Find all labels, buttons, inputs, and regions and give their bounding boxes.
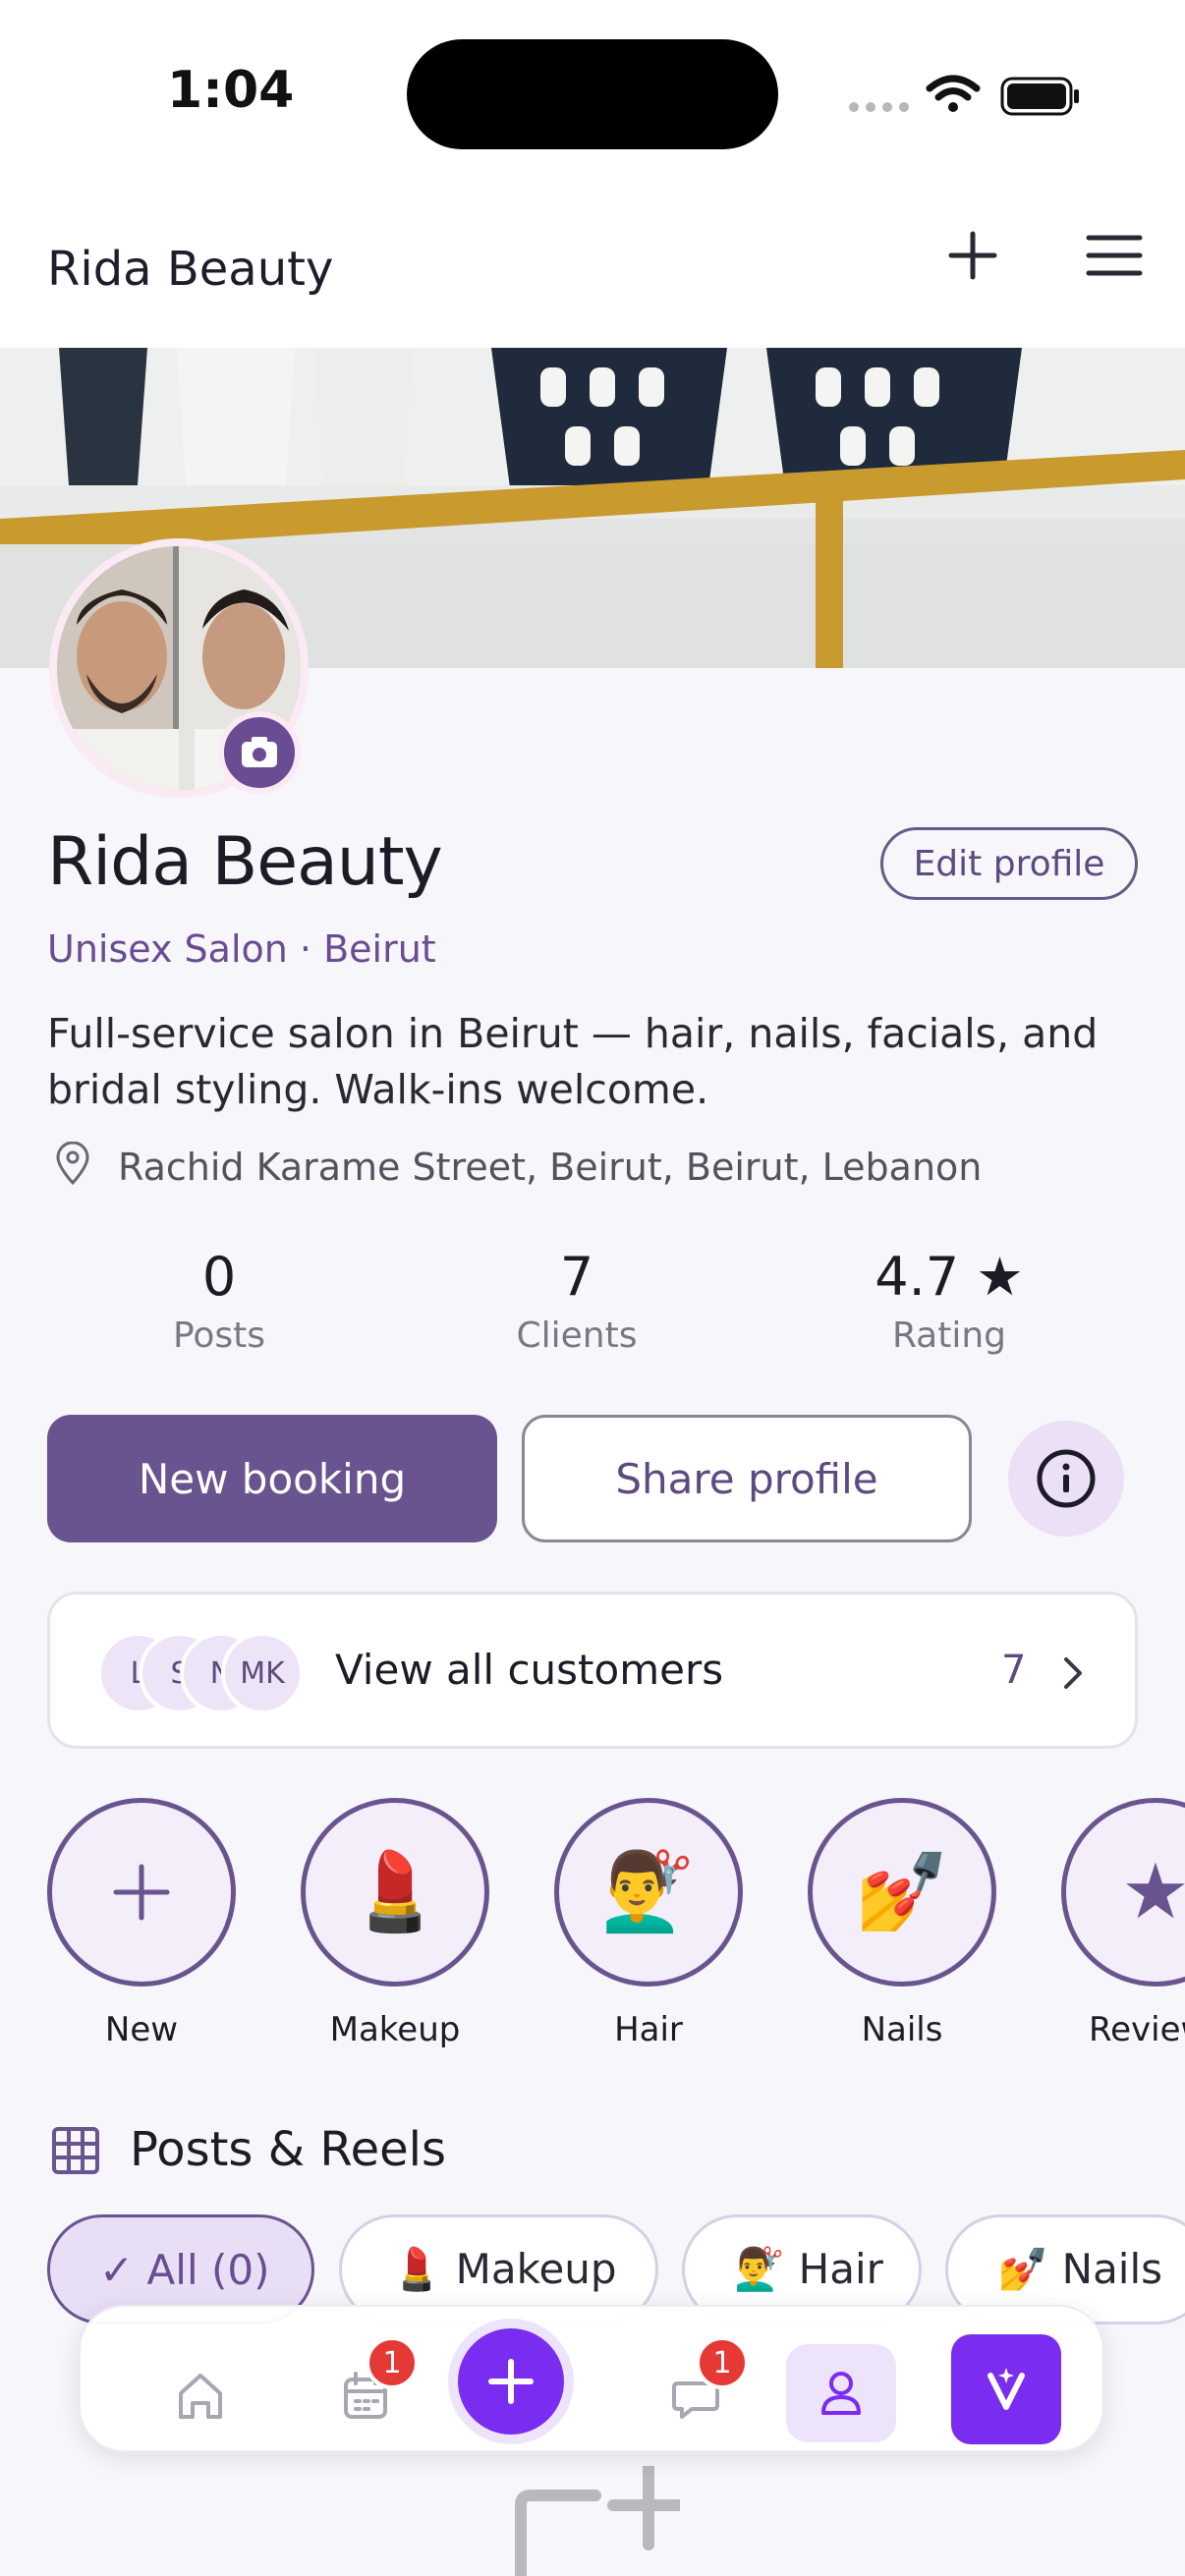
tab-profile[interactable] [786, 2344, 896, 2442]
status-time: 1:04 [167, 61, 295, 120]
brand-logo-button[interactable] [951, 2334, 1061, 2444]
home-icon [179, 2374, 222, 2419]
info-button[interactable] [1008, 1421, 1124, 1537]
tab-calendar[interactable]: 1 [310, 2336, 421, 2442]
highlight-hair[interactable]: 💇‍♂️ Hair [554, 1798, 743, 2049]
share-profile-button[interactable]: Share profile [522, 1415, 972, 1542]
signal-icon [849, 102, 909, 112]
stat-label: Rating [891, 1316, 1007, 1356]
stat-label: Clients [516, 1316, 638, 1356]
view-all-customers-card[interactable]: L S N MK View all customers 7 [47, 1592, 1138, 1749]
tab-home[interactable] [145, 2344, 255, 2442]
stat-value: 4.7 ★ [875, 1246, 1024, 1308]
profile-name: Rida Beauty [47, 823, 443, 901]
chevron-right-icon [1064, 1657, 1082, 1689]
create-button[interactable] [458, 2328, 564, 2435]
user-icon [821, 2372, 861, 2415]
highlight-label: Nails [861, 2010, 943, 2049]
info-icon [1037, 1449, 1096, 1508]
app-header: Rida Beauty [0, 187, 1185, 348]
stat-label: Posts [172, 1316, 266, 1356]
highlight-label: Hair [614, 2010, 683, 2049]
location-pin-icon [56, 1142, 89, 1185]
plus-icon [113, 1864, 170, 1921]
stat-clients[interactable]: 7 Clients [429, 1246, 724, 1356]
view-all-customers-label: View all customers [335, 1646, 724, 1694]
hamburger-menu-icon[interactable] [1085, 232, 1144, 279]
highlight-reviews[interactable]: ★ Reviews [1061, 1798, 1185, 2049]
battery-icon [1000, 77, 1079, 116]
highlight-makeup[interactable]: 💄 Makeup [301, 1798, 489, 2049]
profile-bio: Full-service salon in Beirut — hair, nai… [47, 1010, 1099, 1113]
highlight-nails[interactable]: 💅 Nails [808, 1798, 996, 2049]
profile-location: Rachid Karame Street, Beirut, Beirut, Le… [118, 1146, 983, 1189]
stat-value: 0 [201, 1246, 237, 1308]
highlight-circle [47, 1798, 236, 1987]
profile-category: Unisex Salon · Beirut [47, 927, 436, 971]
star-icon: ★ [1061, 1798, 1185, 1987]
highlight-label: Makeup [329, 2010, 461, 2049]
wifi-icon [926, 75, 981, 112]
posts-section-title: Posts & Reels [130, 2122, 446, 2177]
camera-button[interactable] [218, 711, 301, 794]
new-booking-button[interactable]: New booking [47, 1415, 497, 1542]
edit-profile-button[interactable]: Edit profile [880, 827, 1138, 900]
calendar-badge: 1 [366, 2336, 419, 2389]
camera-icon [242, 737, 277, 767]
messages-badge: 1 [696, 2336, 749, 2389]
add-post-icon [515, 2466, 680, 2576]
page-title: Rida Beauty [47, 242, 334, 297]
status-bar: 1:04 [0, 0, 1185, 187]
customers-count: 7 [1001, 1648, 1027, 1693]
brand-logo-icon [988, 2368, 1025, 2410]
plus-icon [488, 2359, 534, 2404]
dynamic-island [407, 39, 778, 149]
highlight-new[interactable]: New [47, 1798, 236, 2049]
customer-avatar: MK [221, 1632, 304, 1714]
haircut-icon: 💇‍♂️ [554, 1798, 743, 1987]
grid-icon [52, 2127, 99, 2174]
stat-value: 7 [559, 1246, 594, 1308]
tab-messages[interactable]: 1 [641, 2336, 751, 2442]
stat-posts[interactable]: 0 Posts [72, 1246, 367, 1356]
highlight-label: Reviews [1089, 2010, 1185, 2049]
bottom-tab-bar: 1 1 [79, 2305, 1104, 2452]
lipstick-icon: 💄 [301, 1798, 489, 1987]
highlight-label: New [104, 2010, 179, 2049]
stat-rating[interactable]: 4.7 ★ Rating [802, 1246, 1097, 1356]
nail-polish-icon: 💅 [808, 1798, 996, 1987]
plus-icon[interactable] [943, 226, 1002, 285]
